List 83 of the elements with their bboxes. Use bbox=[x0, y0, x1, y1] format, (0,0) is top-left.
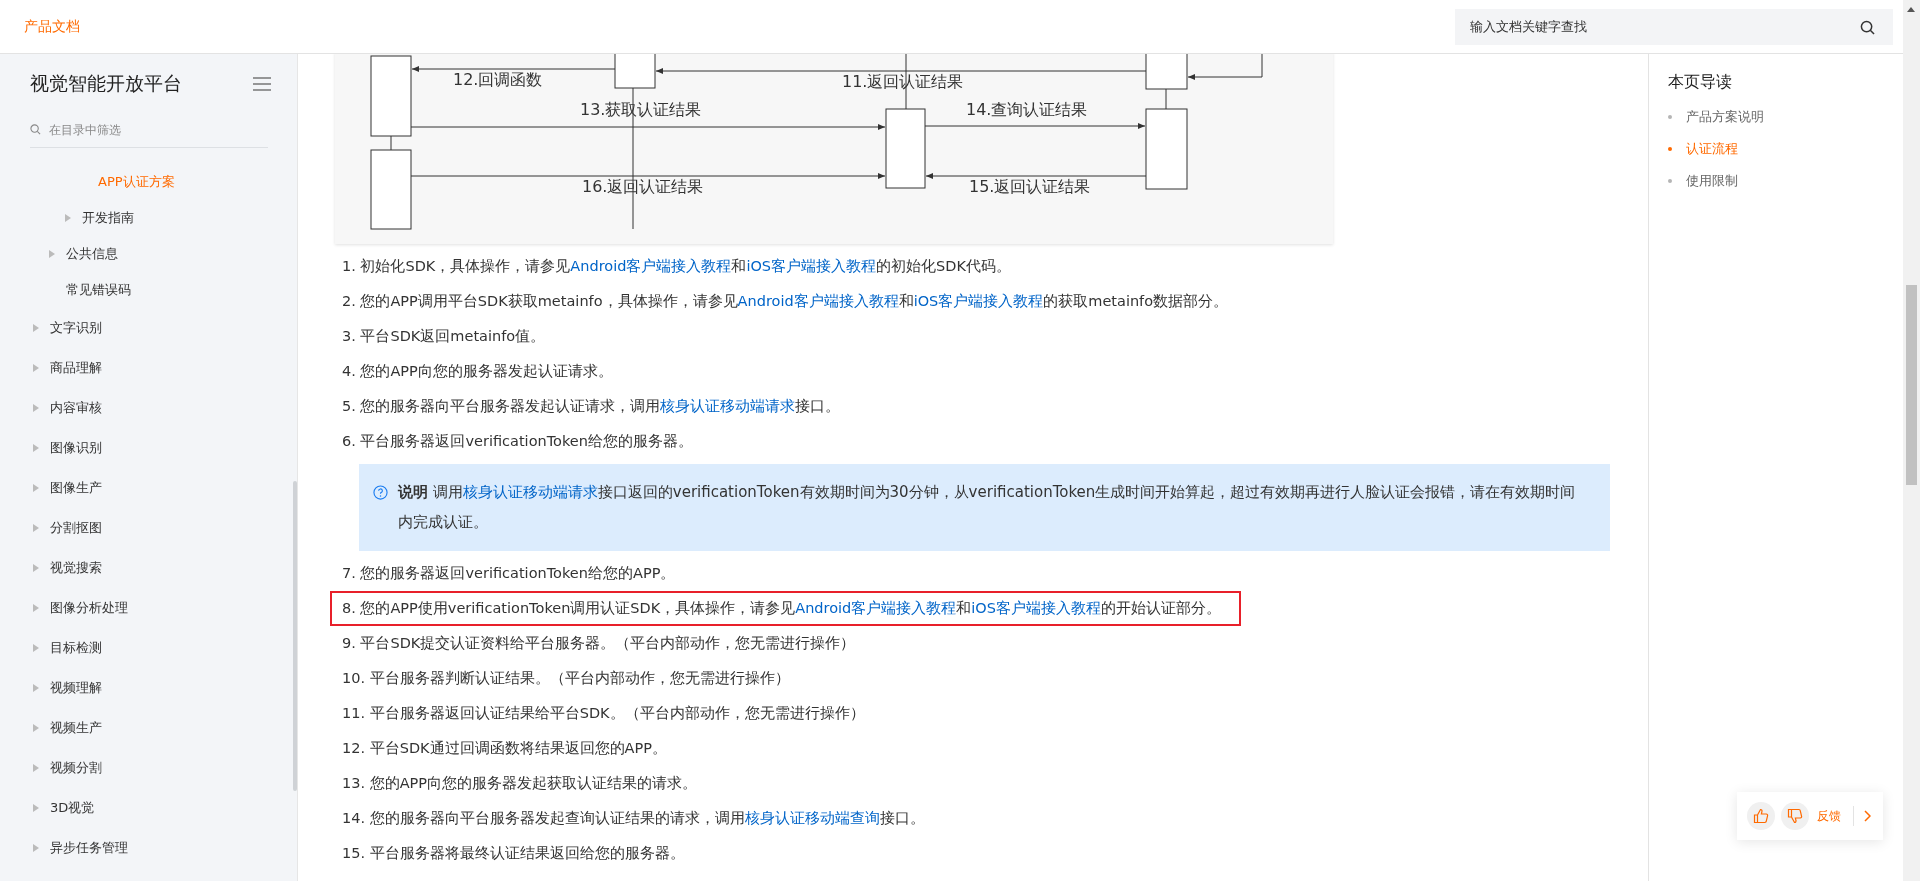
filter-field[interactable]: 在目录中筛选 bbox=[30, 112, 268, 148]
diagram-label: 15.返回认证结果 bbox=[969, 176, 1091, 196]
tree-item[interactable]: 文字识别 bbox=[0, 308, 297, 348]
caret-right-icon[interactable] bbox=[48, 249, 56, 259]
sidebar-scrollbar[interactable] bbox=[293, 481, 297, 791]
search-field[interactable]: 输入文档关键字查找 bbox=[1455, 8, 1893, 45]
caret-right-icon[interactable] bbox=[32, 603, 40, 613]
step-text: 6. 平台服务器返回verificationToken给您的服务器。 bbox=[341, 432, 694, 451]
tree-item[interactable]: 视频分割 bbox=[0, 748, 297, 788]
tree-item[interactable]: 视频理解 bbox=[0, 668, 297, 708]
sidebar-title: 视觉智能开放平台 bbox=[30, 71, 182, 96]
link[interactable]: 核身认证移动端请求 bbox=[660, 398, 796, 414]
caret-right-icon[interactable] bbox=[32, 483, 40, 493]
step-text: 9. 平台SDK提交认证资料给平台服务器。（平台内部动作，您无需进行操作） bbox=[341, 634, 857, 653]
step-text: 13. 您的APP向您的服务器发起获取认证结果的请求。 bbox=[341, 774, 699, 793]
step-text: 5. 您的服务器向平台服务器发起认证请求，调用核身认证移动端请求接口。 bbox=[341, 397, 842, 416]
step-text: 11. 平台服务器返回认证结果给平台SDK。（平台内部动作，您无需进行操作） bbox=[341, 704, 866, 723]
diagram-label: 16.返回认证结果 bbox=[582, 176, 704, 196]
tree-item[interactable]: 常见错误码 bbox=[0, 272, 297, 308]
link[interactable]: iOS客户端接入教程 bbox=[971, 600, 1101, 616]
link[interactable]: Android客户端接入教程 bbox=[737, 293, 899, 309]
link[interactable]: 核身认证移动端查询 bbox=[744, 810, 880, 826]
thumbs-down-icon bbox=[1787, 808, 1803, 824]
page-scrollbar[interactable] bbox=[1903, 0, 1920, 881]
tree-item[interactable]: 分割抠图 bbox=[0, 508, 297, 548]
caret-right-icon[interactable] bbox=[32, 643, 40, 653]
link[interactable]: iOS客户端接入教程 bbox=[746, 258, 877, 274]
highlighted-step: 8. 您的APP使用verificationToken调用认证SDK，具体操作，请参见Android客户端接入教程和iOS客户端接入教程的开始认证部分。 bbox=[330, 591, 1241, 626]
toc-link[interactable]: 产品方案说明 bbox=[1668, 101, 1903, 133]
step-text: 3. 平台SDK返回metainfo值。 bbox=[341, 327, 547, 346]
tree-item[interactable]: 公共信息 bbox=[0, 236, 297, 272]
tree-item[interactable]: 异步任务管理 bbox=[0, 828, 297, 868]
diagram-label: 11.返回认证结果 bbox=[842, 71, 964, 91]
diagram-label: 13.获取认证结果 bbox=[580, 99, 702, 119]
tree-item[interactable]: 商品理解 bbox=[0, 348, 297, 388]
tree-item[interactable]: 目标检测 bbox=[0, 628, 297, 668]
step-text: 12. 平台SDK通过回调函数将结果返回您的APP。 bbox=[341, 739, 668, 758]
note-text: 说明 调用核身认证移动端请求接口返回的verificationToken有效期时间为30分钟，从verificationToken生成时间开始算起，超过有效期再进行人脸认证会报错，请在有效期时间内完成认证。 bbox=[398, 482, 1577, 533]
scroll-up-icon[interactable] bbox=[1907, 7, 1915, 12]
step-text: 4. 您的APP向您的服务器发起认证请求。 bbox=[341, 362, 614, 381]
tree-item[interactable]: 视觉搜索 bbox=[0, 548, 297, 588]
caret-right-icon[interactable] bbox=[32, 403, 40, 413]
thumbs-up-button[interactable] bbox=[1747, 802, 1775, 830]
toc-title: 本页导读 bbox=[1668, 72, 1733, 93]
tree-item[interactable]: 视频生产 bbox=[0, 708, 297, 748]
toc-link[interactable]: 使用限制 bbox=[1668, 165, 1903, 197]
tree-item[interactable]: 图像识别 bbox=[0, 428, 297, 468]
caret-right-icon[interactable] bbox=[32, 683, 40, 693]
tree-item[interactable]: 图像分析处理 bbox=[0, 588, 297, 628]
step-text: 7. 您的服务器返回verificationToken给您的APP。 bbox=[341, 564, 677, 583]
thumbs-down-button[interactable] bbox=[1781, 802, 1809, 830]
caret-right-icon[interactable] bbox=[32, 563, 40, 573]
link[interactable]: 核身认证移动端请求 bbox=[462, 483, 598, 501]
caret-right-icon[interactable] bbox=[32, 763, 40, 773]
caret-right-icon[interactable] bbox=[32, 843, 40, 853]
search-icon[interactable] bbox=[1860, 19, 1875, 35]
caret-right-icon[interactable] bbox=[32, 803, 40, 813]
link[interactable]: Android客户端接入教程 bbox=[570, 258, 732, 274]
thumbs-up-icon bbox=[1753, 808, 1769, 824]
caret-right-icon[interactable] bbox=[32, 363, 40, 373]
diagram-label: 12.回调函数 bbox=[453, 69, 543, 89]
step-text: 10. 平台服务器判断认证结果。（平台内部动作，您无需进行操作） bbox=[341, 669, 791, 688]
diagram-label: 14.查询认证结果 bbox=[966, 99, 1088, 119]
link[interactable]: iOS客户端接入教程 bbox=[913, 293, 1044, 309]
tree-item[interactable]: 内容审核 bbox=[0, 388, 297, 428]
search-icon bbox=[30, 124, 41, 135]
step-text: 1. 初始化SDK，具体操作，请参见Android客户端接入教程和 iOS客户端接入教程的初始化SDK代码。 bbox=[341, 257, 1012, 276]
help-icon bbox=[373, 485, 388, 500]
step-text: 14. 您的服务器向平台服务器发起查询认证结果的请求，调用核身认证移动端查询接口。 bbox=[341, 809, 926, 828]
tree-item[interactable]: 3D视觉 bbox=[0, 788, 297, 828]
caret-right-icon[interactable] bbox=[64, 213, 72, 223]
caret-right-icon[interactable] bbox=[32, 523, 40, 533]
link[interactable]: Android客户端接入教程 bbox=[795, 600, 957, 616]
tree-item[interactable]: 图像生产 bbox=[0, 468, 297, 508]
caret-right-icon[interactable] bbox=[32, 723, 40, 733]
caret-right-icon[interactable] bbox=[32, 443, 40, 453]
chevron-right-icon bbox=[1864, 810, 1871, 822]
caret-right-icon[interactable] bbox=[32, 323, 40, 333]
scrollbar-thumb[interactable] bbox=[1906, 285, 1917, 485]
tree-item[interactable]: 开发指南 bbox=[0, 200, 297, 236]
step-text: 2. 您的APP调用平台SDK获取metainfo，具体操作，请参见Android客户端接入教程和iOS客户端接入教程的获取metainfo数据部分。 bbox=[341, 292, 1230, 311]
step-text: 15. 平台服务器将最终认证结果返回给您的服务器。 bbox=[341, 844, 686, 863]
menu-icon[interactable] bbox=[253, 77, 271, 91]
